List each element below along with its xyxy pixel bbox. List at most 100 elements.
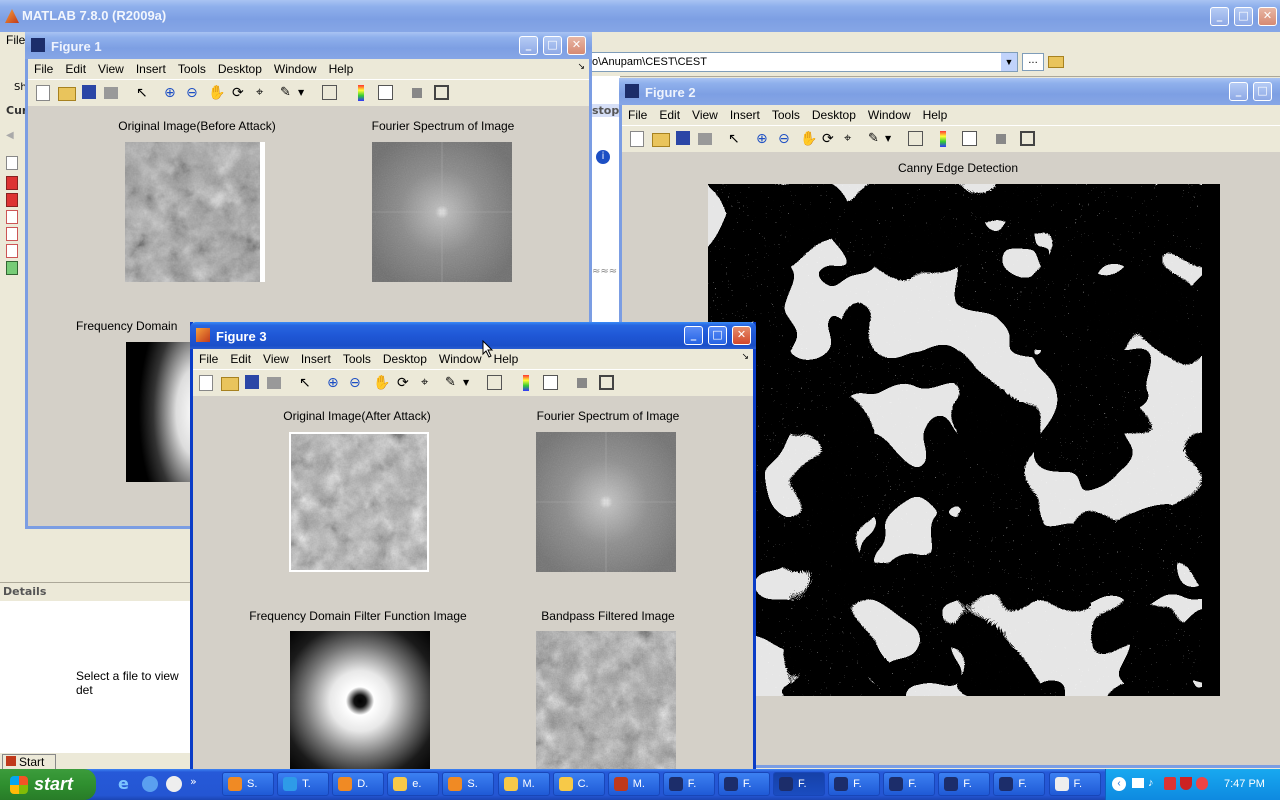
menu-tools[interactable]: Tools <box>337 349 377 366</box>
chevron-down-icon[interactable]: ▼ <box>885 131 901 147</box>
menu-window[interactable]: Window <box>268 59 323 76</box>
taskbar-button[interactable]: F. <box>938 772 991 796</box>
menu-tools[interactable]: Tools <box>172 59 212 76</box>
new-figure-icon[interactable] <box>199 375 213 391</box>
taskbar-button[interactable]: F. <box>717 772 770 796</box>
link-plot-icon[interactable] <box>487 375 502 390</box>
zoom-out-icon[interactable]: ⊖ <box>349 375 365 391</box>
menu-desktop[interactable]: Desktop <box>212 59 268 76</box>
chevron-down-icon[interactable]: ▼ <box>463 375 479 391</box>
menu-insert[interactable]: Insert <box>295 349 337 366</box>
taskbar-button[interactable]: M. <box>607 772 660 796</box>
data-cursor-icon[interactable]: ⌖ <box>256 85 272 101</box>
data-cursor-icon[interactable]: ⌖ <box>844 131 860 147</box>
menu-file[interactable]: File <box>193 349 224 366</box>
back-arrow-icon[interactable]: ◀ <box>6 130 14 141</box>
link-plot-icon[interactable] <box>322 85 337 100</box>
legend-icon[interactable] <box>378 85 393 100</box>
menu-window[interactable]: Window <box>862 105 917 122</box>
brush-icon[interactable]: ✎ <box>445 375 461 391</box>
folder-up-icon[interactable] <box>1048 56 1064 68</box>
save-icon[interactable] <box>245 375 259 389</box>
figure3-close-button[interactable]: ✕ <box>732 326 751 345</box>
tray-antivirus-icon[interactable] <box>1164 777 1176 790</box>
more-quicklaunch-icon[interactable]: » <box>190 775 197 788</box>
taskbar-button[interactable]: F. <box>773 772 825 796</box>
rotate-3d-icon[interactable]: ⟳ <box>397 375 413 391</box>
colorbar-icon[interactable] <box>940 131 946 147</box>
menu-view[interactable]: View <box>92 59 130 76</box>
taskbar-button[interactable]: M. <box>497 772 550 796</box>
pan-icon[interactable]: ✋ <box>373 375 390 391</box>
taskbar-button[interactable]: F. <box>1048 772 1101 796</box>
legend-icon[interactable] <box>543 375 558 390</box>
menu-window[interactable]: Window <box>433 349 488 366</box>
start-button[interactable]: start <box>0 769 96 800</box>
taskbar-button[interactable]: T. <box>277 772 330 796</box>
menu-view[interactable]: View <box>686 105 724 122</box>
show-plot-tools-icon[interactable] <box>434 85 449 100</box>
tray-volume-icon[interactable]: ♪ <box>1148 777 1154 789</box>
menu-view[interactable]: View <box>257 349 295 366</box>
link-plot-icon[interactable] <box>908 131 923 146</box>
taskbar-button[interactable]: D. <box>332 772 385 796</box>
edit-plot-icon[interactable]: ↖ <box>299 375 315 391</box>
zoom-in-icon[interactable]: ⊕ <box>164 85 180 101</box>
ie-icon[interactable]: e <box>118 776 134 792</box>
figure3-minimize-button[interactable]: _ <box>684 326 703 345</box>
tray-network-icon[interactable] <box>1132 778 1144 788</box>
taskbar-button[interactable]: F. <box>828 772 881 796</box>
menu-edit[interactable]: Edit <box>59 59 92 76</box>
browser-icon[interactable] <box>142 776 158 792</box>
menu-desktop[interactable]: Desktop <box>377 349 433 366</box>
print-icon[interactable] <box>104 87 118 99</box>
brush-icon[interactable]: ✎ <box>280 85 296 101</box>
current-directory-field[interactable]: o\Anupam\CEST\CEST ▼ <box>588 52 1018 72</box>
matlab-menu-file[interactable]: File <box>6 33 25 47</box>
media-player-icon[interactable] <box>166 776 182 792</box>
zoom-in-icon[interactable]: ⊕ <box>327 375 343 391</box>
taskbar-button[interactable]: F. <box>993 772 1046 796</box>
taskbar-button[interactable]: S. <box>442 772 495 796</box>
menu-insert[interactable]: Insert <box>130 59 172 76</box>
colorbar-icon[interactable] <box>358 85 364 101</box>
menu-tools[interactable]: Tools <box>766 105 806 122</box>
menu-edit[interactable]: Edit <box>653 105 686 122</box>
undock-arrow-icon[interactable]: ↘ <box>577 61 585 72</box>
chevron-down-icon[interactable]: ▼ <box>298 85 314 101</box>
pan-icon[interactable]: ✋ <box>800 131 817 147</box>
zoom-in-icon[interactable]: ⊕ <box>756 131 772 147</box>
brush-icon[interactable]: ✎ <box>868 131 884 147</box>
figure3-titlebar[interactable]: Figure 3 _ □ ✕ <box>190 322 756 349</box>
figure3-maximize-button[interactable]: □ <box>708 326 727 345</box>
tray-app-icon[interactable] <box>1196 777 1208 790</box>
pan-icon[interactable]: ✋ <box>208 85 225 101</box>
new-figure-icon[interactable] <box>630 131 644 147</box>
taskbar-button[interactable]: F. <box>662 772 715 796</box>
zoom-out-icon[interactable]: ⊖ <box>186 85 202 101</box>
matlab-maximize-button[interactable]: □ <box>1234 7 1253 26</box>
rotate-3d-icon[interactable]: ⟳ <box>232 85 248 101</box>
info-icon[interactable]: i <box>596 150 610 164</box>
menu-desktop[interactable]: Desktop <box>806 105 862 122</box>
edit-plot-icon[interactable]: ↖ <box>136 85 152 101</box>
menu-help[interactable]: Help <box>917 105 954 122</box>
zoom-out-icon[interactable]: ⊖ <box>778 131 794 147</box>
save-icon[interactable] <box>82 85 96 99</box>
matlab-titlebar[interactable]: MATLAB 7.8.0 (R2009a) _ □ ✕ <box>0 0 1280 32</box>
taskbar-button[interactable]: S. <box>222 772 274 796</box>
new-figure-icon[interactable] <box>36 85 50 101</box>
taskbar-button[interactable]: C. <box>552 772 605 796</box>
matlab-close-button[interactable]: ✕ <box>1258 7 1277 26</box>
open-file-icon[interactable] <box>58 87 76 101</box>
figure1-minimize-button[interactable]: _ <box>519 36 538 55</box>
undock-arrow-icon[interactable]: ↘ <box>741 351 749 362</box>
tray-shield-icon[interactable] <box>1180 777 1192 790</box>
figure2-titlebar[interactable]: Figure 2 _ □ <box>619 78 1280 105</box>
print-icon[interactable] <box>698 133 712 145</box>
hide-plot-tools-icon[interactable] <box>412 88 422 98</box>
menu-file[interactable]: File <box>28 59 59 76</box>
show-plot-tools-icon[interactable] <box>1020 131 1035 146</box>
open-file-icon[interactable] <box>652 133 670 147</box>
tray-expand-icon[interactable]: ‹ <box>1112 777 1126 791</box>
